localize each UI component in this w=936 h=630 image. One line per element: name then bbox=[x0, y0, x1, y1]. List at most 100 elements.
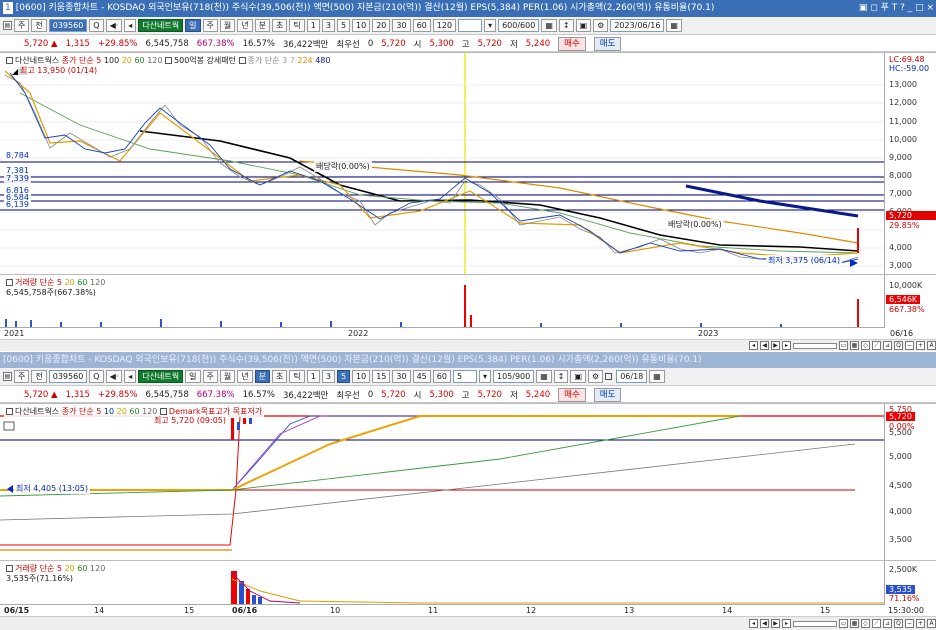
bottom-scrollbar[interactable]: ◂ ◀ ▶ ▸ ▭ ▦ ◇ ⟋ ⊿ Q − + A bbox=[0, 616, 936, 630]
scroll-end-icon[interactable]: ▸ bbox=[782, 341, 791, 350]
chart-menu-icon[interactable]: ▤ bbox=[3, 372, 12, 381]
num-3[interactable]: 3 bbox=[321, 370, 335, 383]
zoom-icon[interactable]: Q bbox=[894, 619, 903, 628]
calendar-icon[interactable]: ▦ bbox=[649, 370, 665, 383]
scroll-start-icon[interactable]: ◂ bbox=[749, 619, 758, 628]
ma2-checkbox[interactable] bbox=[238, 57, 246, 64]
top-volume-panel[interactable]: 거래량 단순 5 20 60 120 6,545,758주(667.38%) 1… bbox=[0, 274, 936, 328]
stats-icon[interactable]: ▦ bbox=[541, 19, 557, 32]
sell-button[interactable]: 매도 bbox=[593, 387, 622, 402]
date-checkbox[interactable] bbox=[605, 373, 613, 380]
tool-icon[interactable]: ▭ bbox=[839, 619, 848, 628]
bottom-price-chart[interactable] bbox=[0, 404, 884, 561]
num-5[interactable]: 5 bbox=[336, 19, 351, 32]
pattern-checkbox[interactable] bbox=[165, 57, 173, 64]
legend-checkbox[interactable] bbox=[6, 408, 13, 415]
sound-icon[interactable]: ◀· bbox=[105, 19, 123, 32]
num-5[interactable]: 5 bbox=[336, 370, 351, 383]
custom-num-input[interactable] bbox=[458, 19, 483, 32]
stock-code-input[interactable]: 039560 bbox=[48, 370, 88, 383]
period-selector[interactable]: 주 bbox=[14, 370, 30, 383]
tool-icon[interactable]: ⟋ bbox=[872, 619, 881, 628]
count-input[interactable]: 105/900 bbox=[492, 370, 535, 383]
scroll-next-icon[interactable]: ▶ bbox=[771, 619, 780, 628]
gear-icon[interactable]: ⚙ bbox=[593, 19, 609, 32]
tf-year[interactable]: 년 bbox=[237, 370, 253, 383]
num-60[interactable]: 60 bbox=[412, 19, 431, 32]
zoom-icon[interactable]: Q bbox=[894, 341, 903, 350]
bottom-volume-chart[interactable] bbox=[0, 561, 884, 605]
chart-menu-icon[interactable]: ▤ bbox=[3, 21, 12, 30]
tool-icon[interactable]: ⊿ bbox=[883, 341, 892, 350]
tool-icon[interactable]: ▦ bbox=[850, 341, 859, 350]
text-icon[interactable]: A bbox=[927, 619, 936, 628]
tf-month[interactable]: 월 bbox=[219, 370, 236, 383]
tool-icon[interactable]: ◇ bbox=[861, 619, 870, 628]
top-price-axis[interactable]: LC:69.48 HC:-59.00 13,000 12,000 11,000 … bbox=[884, 53, 936, 275]
minus-icon[interactable]: − bbox=[905, 341, 914, 350]
num-1[interactable]: 1 bbox=[306, 370, 320, 383]
top-volume-axis[interactable]: 10,000K 6,546K 667.38% bbox=[884, 275, 936, 328]
tool-icon[interactable]: ▭ bbox=[839, 341, 848, 350]
gear-icon[interactable]: ⚙ bbox=[588, 370, 604, 383]
scroll-end-icon[interactable]: ▸ bbox=[782, 619, 791, 628]
stats-icon[interactable]: ▦ bbox=[536, 370, 552, 383]
count-input[interactable]: 600/600 bbox=[498, 19, 540, 32]
top-price-panel[interactable]: 다산네트웍스 종가 단순 5 100 20 60 120 500억봉 강세패턴 … bbox=[0, 52, 936, 275]
text-icon[interactable]: A bbox=[927, 341, 936, 350]
tool-icon[interactable]: ⟋ bbox=[872, 341, 881, 350]
sort-icon[interactable]: ↕ bbox=[558, 19, 574, 32]
scroll-start-icon[interactable]: ◂ bbox=[749, 341, 758, 350]
search-icon[interactable]: Q bbox=[89, 370, 104, 383]
bottom-volume-axis[interactable]: 2,500K 3,535 71.16% bbox=[884, 561, 936, 605]
scroll-prev-icon[interactable]: ◀ bbox=[760, 619, 769, 628]
sound-icon[interactable]: ◀· bbox=[105, 370, 123, 383]
volume-checkbox[interactable] bbox=[6, 565, 13, 572]
save-icon[interactable]: ▣ bbox=[570, 370, 587, 383]
tf-month[interactable]: 월 bbox=[219, 19, 236, 32]
num-1[interactable]: 1 bbox=[306, 19, 320, 32]
search-icon[interactable]: Q bbox=[89, 19, 104, 32]
legend-checkbox[interactable] bbox=[6, 57, 13, 64]
buy-button[interactable]: 매수 bbox=[558, 36, 586, 51]
bottom-volume-panel[interactable]: 거래량 단순 5 20 60 120 3,535주(71.16%) 2,500K… bbox=[0, 560, 936, 605]
window-controls[interactable]: ▣ ◻ 푸 T ? _ □ × bbox=[859, 0, 934, 17]
scroll-next-icon[interactable]: ▶ bbox=[771, 341, 780, 350]
top-scrollbar[interactable]: ◂ ◀ ▶ ▸ ▭ ▦ ◇ ⟋ ⊿ Q − + A bbox=[0, 339, 936, 351]
scroll-prev-icon[interactable]: ◀ bbox=[760, 341, 769, 350]
tf-tick[interactable]: 틱 bbox=[289, 370, 305, 383]
tf-minute[interactable]: 분 bbox=[254, 370, 270, 383]
tool-icon[interactable]: ▦ bbox=[850, 619, 859, 628]
custom-num-input[interactable]: 5 bbox=[452, 370, 477, 383]
num-45[interactable]: 45 bbox=[412, 370, 431, 383]
all-selector[interactable]: 전 bbox=[31, 370, 47, 383]
num-60[interactable]: 60 bbox=[432, 370, 451, 383]
stock-name-button[interactable]: 다산네트웍 bbox=[138, 370, 184, 383]
stock-name-button[interactable]: 다산네트웍 bbox=[138, 19, 184, 32]
zoom-slider[interactable] bbox=[793, 342, 837, 349]
tool-icon[interactable]: ◇ bbox=[861, 341, 870, 350]
tf-week[interactable]: 주 bbox=[202, 19, 218, 32]
tf-second[interactable]: 초 bbox=[272, 19, 288, 32]
num-10[interactable]: 10 bbox=[352, 370, 371, 383]
all-selector[interactable]: 전 bbox=[31, 19, 47, 32]
tf-day[interactable]: 일 bbox=[185, 370, 201, 383]
save-icon[interactable]: ▣ bbox=[575, 19, 592, 32]
num-30[interactable]: 30 bbox=[392, 19, 411, 32]
tf-week[interactable]: 주 bbox=[202, 370, 218, 383]
date-input[interactable]: 2023/06/16 bbox=[610, 19, 665, 32]
calendar-icon[interactable]: ▦ bbox=[666, 19, 682, 32]
bottom-window-title-bar[interactable]: [0600] 키움종합차트 - KOSDAQ 외국인보유(718(천)) 주식수… bbox=[0, 352, 936, 368]
tf-second[interactable]: 초 bbox=[272, 370, 288, 383]
date-input[interactable]: 06/18 bbox=[616, 370, 648, 383]
num-15[interactable]: 15 bbox=[372, 370, 391, 383]
buy-button[interactable]: 매수 bbox=[558, 387, 586, 402]
zoom-slider[interactable] bbox=[793, 620, 837, 627]
tool-icon[interactable]: ⊿ bbox=[883, 619, 892, 628]
tf-year[interactable]: 년 bbox=[237, 19, 253, 32]
num-30[interactable]: 30 bbox=[392, 370, 411, 383]
dropdown-icon[interactable]: ▾ bbox=[478, 370, 491, 383]
prev-icon[interactable]: ◂ bbox=[124, 370, 137, 383]
top-volume-chart[interactable] bbox=[0, 275, 884, 328]
num-20[interactable]: 20 bbox=[372, 19, 391, 32]
